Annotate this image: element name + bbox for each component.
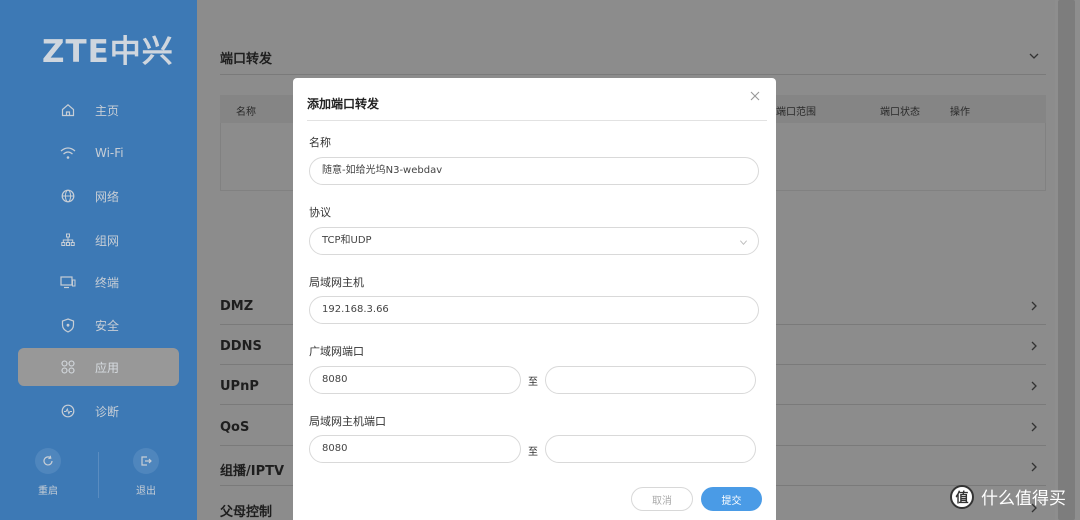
section-parental-control[interactable]: 父母控制 [220,501,272,520]
scrollbar-thumb[interactable] [1058,0,1075,520]
logout-icon [133,448,159,474]
sidebar-item-mesh[interactable]: 组网 [18,221,179,259]
protocol-select[interactable]: TCP和UDP [309,227,759,255]
sidebar-item-apps[interactable]: 应用 [18,348,179,386]
restart-label: 重启 [38,486,58,497]
sidebar-item-label: 诊断 [95,404,120,419]
section-qos[interactable]: QoS [220,420,249,435]
mesh-icon [60,232,76,248]
restart-icon [35,448,61,474]
watermark: 值 什么值得买 [950,484,1066,509]
home-icon [60,102,76,118]
apps-icon [60,359,76,375]
sidebar: ZTE中兴 主页 Wi-Fi 网络 组网 终端 安全 应用 诊断 重启 退出 [0,0,197,520]
lan-host-input[interactable]: 192.168.3.66 [309,296,759,324]
lan-port-start-input[interactable]: 8080 [309,435,521,463]
sidebar-item-label: 安全 [95,318,120,333]
chevron-down-icon[interactable] [1028,50,1040,62]
devices-icon [60,274,76,290]
chevron-right-icon[interactable] [1028,421,1040,433]
wifi-icon [60,145,76,161]
sidebar-item-label: Wi-Fi [95,146,124,160]
column-header-name: 名称 [236,107,256,118]
wan-port-label: 广域网端口 [309,345,364,358]
lan-port-end-input[interactable] [545,435,756,463]
bottom-divider [98,452,99,498]
chevron-right-icon[interactable] [1028,300,1040,312]
column-header-action: 操作 [950,107,970,118]
dialog-divider [307,120,767,121]
column-header-port-range: 端口范围 [776,107,816,118]
scrollbar[interactable] [1055,0,1080,520]
wan-port-end-input[interactable] [545,366,756,394]
protocol-label: 协议 [309,206,331,219]
sidebar-item-security[interactable]: 安全 [18,306,179,344]
name-input[interactable]: 随意-如给光坞N3-webdav [309,157,759,185]
section-port-forward-title[interactable]: 端口转发 [220,48,272,67]
sidebar-item-label: 网络 [95,189,120,204]
name-label: 名称 [309,136,331,149]
section-ddns[interactable]: DDNS [220,339,262,354]
globe-icon [60,188,76,204]
restart-button[interactable]: 重启 [18,448,78,497]
sidebar-item-label: 应用 [95,360,120,375]
diagnose-icon [60,403,76,419]
logout-button[interactable]: 退出 [116,448,176,497]
submit-button[interactable]: 提交 [701,487,762,511]
add-port-forward-dialog: 添加端口转发 名称 随意-如给光坞N3-webdav 协议 TCP和UDP 局域… [293,78,776,520]
watermark-badge: 值 [950,484,974,509]
close-icon[interactable] [749,90,761,102]
sidebar-item-label: 主页 [95,103,120,118]
divider [220,74,1046,75]
sidebar-item-diagnose[interactable]: 诊断 [18,392,179,430]
chevron-right-icon[interactable] [1028,380,1040,392]
protocol-value: TCP和UDP [322,235,372,246]
sidebar-item-network[interactable]: 网络 [18,177,179,215]
sidebar-item-devices[interactable]: 终端 [18,263,179,301]
chevron-right-icon[interactable] [1028,340,1040,352]
dialog-title: 添加端口转发 [307,97,380,111]
chevron-right-icon[interactable] [1028,461,1040,473]
zte-logo: ZTE中兴 [42,34,174,70]
logout-label: 退出 [136,486,156,497]
section-dmz[interactable]: DMZ [220,299,253,314]
watermark-text: 什么值得买 [981,489,1066,509]
lan-port-label: 局域网主机端口 [309,415,386,428]
sidebar-item-label: 终端 [95,275,120,290]
column-header-port-status: 端口状态 [880,107,920,118]
wan-port-start-input[interactable]: 8080 [309,366,521,394]
to-label: 至 [528,447,538,458]
to-label: 至 [528,377,538,388]
cancel-button[interactable]: 取消 [631,487,693,511]
lan-host-label: 局域网主机 [309,276,364,289]
sidebar-item-label: 组网 [95,233,120,248]
chevron-down-icon [740,240,747,245]
section-multicast-iptv[interactable]: 组播/IPTV [220,460,284,479]
section-upnp[interactable]: UPnP [220,379,259,394]
sidebar-item-wifi[interactable]: Wi-Fi [18,134,179,172]
shield-icon [60,317,76,333]
sidebar-item-home[interactable]: 主页 [18,91,179,129]
